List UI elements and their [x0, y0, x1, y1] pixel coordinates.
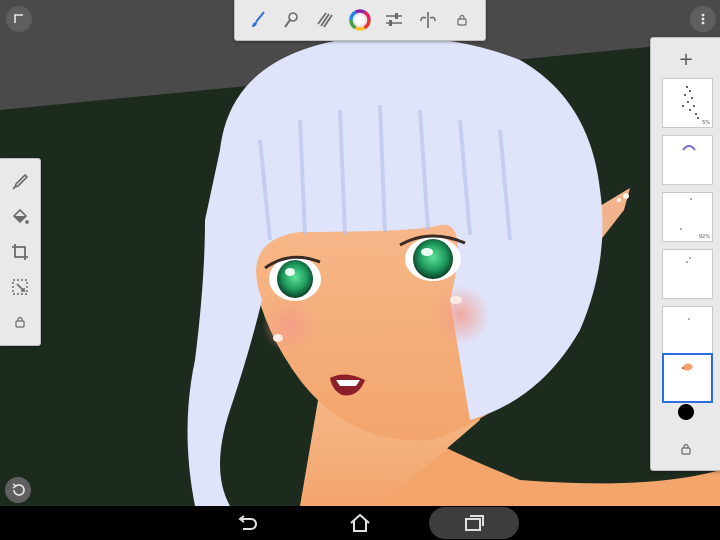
system-navigation-bar — [0, 506, 720, 540]
back-icon — [238, 515, 257, 530]
symmetry-icon — [420, 12, 436, 28]
add-layer-label: + — [678, 48, 694, 70]
layer-1-opacity: 5% — [702, 120, 710, 126]
brush-library-button[interactable] — [313, 7, 339, 33]
crop-button[interactable] — [7, 239, 33, 265]
layer-5-preview — [688, 318, 690, 320]
transform-selection-icon — [12, 279, 28, 295]
fullscreen-toggle-button[interactable] — [6, 6, 32, 32]
undo-button[interactable] — [5, 477, 31, 503]
fill-bucket-icon — [12, 209, 29, 224]
undo-icon — [12, 483, 25, 496]
brush-icon — [252, 11, 265, 27]
more-vert-icon — [701, 13, 705, 25]
more-options-button[interactable] — [690, 6, 716, 32]
top-toolbar — [234, 0, 486, 41]
left-lock-button[interactable] — [7, 309, 33, 335]
layer-thumbnail-2[interactable] — [662, 135, 713, 185]
color-picker-button[interactable] — [347, 7, 373, 33]
home-icon — [350, 513, 370, 532]
recents-icon — [465, 515, 484, 531]
toolbar-lock-button[interactable] — [449, 7, 475, 33]
back-button[interactable] — [225, 506, 269, 540]
crop-icon — [12, 243, 28, 260]
eyedropper-icon — [12, 174, 29, 190]
lock-icon — [15, 316, 25, 328]
transform-button[interactable] — [7, 274, 33, 300]
home-button[interactable] — [338, 506, 382, 540]
adjustments-button[interactable] — [381, 7, 407, 33]
layer-thumbnail-1[interactable]: 5% — [662, 78, 713, 128]
brush-settings-icon — [284, 12, 298, 28]
drawing-canvas[interactable] — [0, 0, 720, 506]
layer-thumbnail-6[interactable] — [662, 353, 713, 403]
layer-6-preview — [681, 363, 693, 371]
brush-settings-button[interactable] — [279, 7, 305, 33]
layer-thumbnail-5[interactable] — [662, 306, 713, 356]
artwork-elf-girl — [0, 0, 720, 506]
current-color-swatch[interactable] — [678, 404, 694, 420]
left-toolbar — [0, 158, 41, 346]
brush-library-icon — [317, 12, 333, 28]
layer-thumbnail-4[interactable] — [662, 249, 713, 299]
fill-bucket-button[interactable] — [7, 204, 33, 230]
layer-2-preview — [682, 145, 696, 151]
recents-button[interactable] — [429, 507, 519, 539]
eyedropper-button[interactable] — [7, 169, 33, 195]
layers-lock-button[interactable] — [680, 440, 692, 455]
lock-icon — [681, 443, 691, 455]
layers-panel: + 5% 92% — [650, 37, 720, 471]
corner-icon — [14, 14, 23, 23]
lock-icon — [457, 14, 467, 26]
add-layer-button[interactable]: + — [651, 48, 720, 70]
symmetry-button[interactable] — [415, 7, 441, 33]
layer-thumbnail-3[interactable]: 92% — [662, 192, 713, 242]
adjustments-icon — [386, 13, 402, 26]
layer-3-opacity: 92% — [698, 234, 710, 240]
brush-tool-button[interactable] — [245, 7, 271, 33]
color-wheel-icon — [349, 9, 371, 31]
layer-4-preview — [686, 257, 691, 263]
